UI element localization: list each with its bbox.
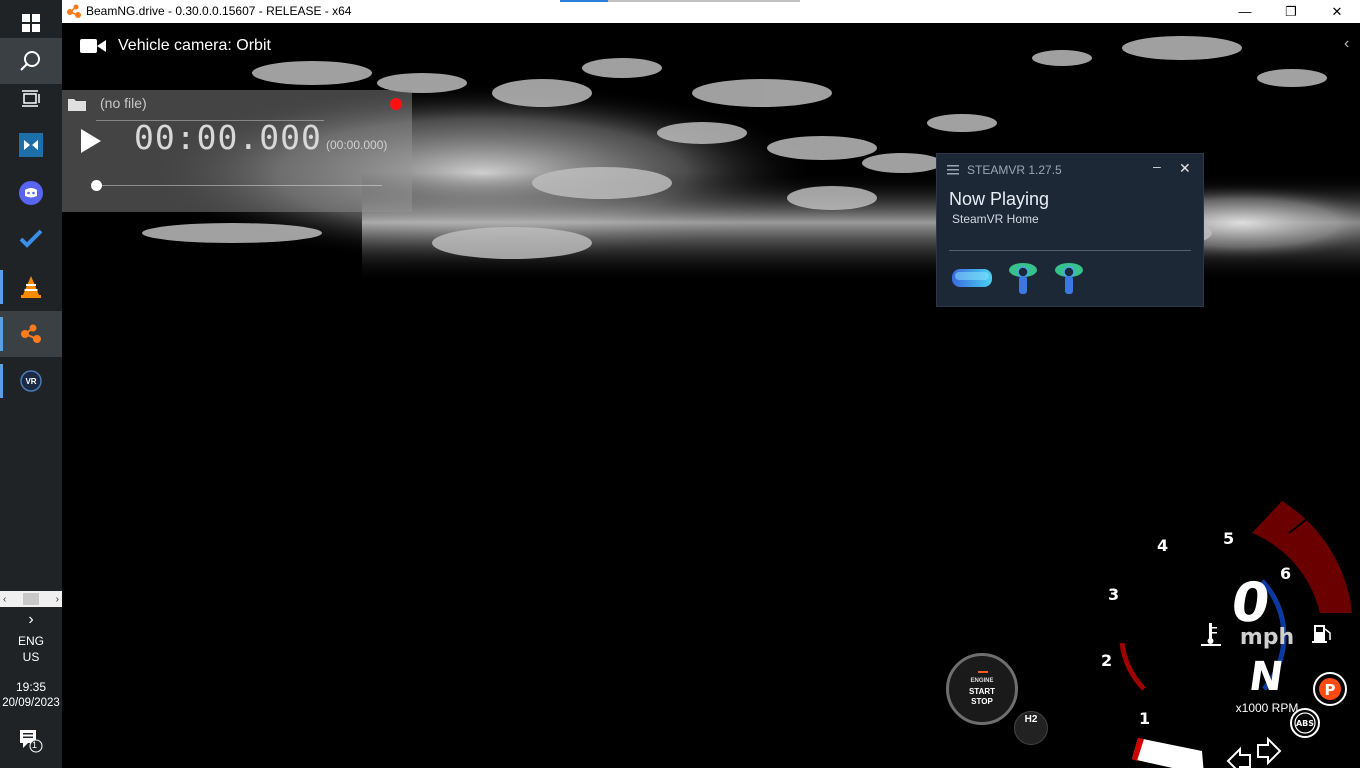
- steamvr-button[interactable]: VR: [0, 358, 62, 404]
- beamng-app-icon: [67, 4, 81, 18]
- steamvr-minimize-button[interactable]: –: [1153, 158, 1161, 174]
- now-playing-title: Now Playing: [949, 189, 1050, 209]
- running-indicator: [0, 317, 3, 351]
- start-label: START: [968, 687, 996, 696]
- rpm-tick-5: 5: [1223, 529, 1234, 548]
- play-button[interactable]: [80, 128, 102, 154]
- steamvr-icon: VR: [20, 370, 42, 392]
- clock-time: 19:35: [15, 680, 47, 694]
- fuel-pump-icon: [1312, 625, 1331, 643]
- replay-panel: (no file) 00:00.000 (00:00.000): [62, 90, 412, 212]
- replay-file-name[interactable]: (no file): [100, 95, 147, 111]
- now-playing-app: SteamVR Home: [952, 212, 1039, 226]
- minimize-button[interactable]: —: [1222, 0, 1268, 23]
- h2-label: H2: [1024, 714, 1038, 725]
- close-button[interactable]: ✕: [1314, 0, 1360, 23]
- speed-unit: mph: [1240, 625, 1294, 650]
- engine-status-led: [978, 671, 988, 673]
- hamburger-menu-icon[interactable]: [947, 165, 959, 175]
- vr-headset-icon[interactable]: [951, 266, 993, 290]
- game-viewport[interactable]: Vehicle camera: Orbit (no file) 00:00.00…: [62, 23, 1360, 768]
- replay-duration: (00:00.000): [326, 138, 388, 152]
- language-line2: US: [22, 650, 40, 664]
- rpm-unit-label: x1000 RPM: [1236, 701, 1299, 715]
- beamng-button[interactable]: [0, 311, 62, 357]
- video-camera-icon: [80, 39, 106, 53]
- parking-label: P: [1325, 681, 1336, 699]
- vr-controller-left-icon[interactable]: [1007, 261, 1039, 295]
- beamng-icon: [21, 324, 41, 343]
- abs-label: ABS: [1296, 719, 1314, 728]
- vlc-button[interactable]: [0, 264, 62, 310]
- scroll-thumb[interactable]: [23, 593, 39, 605]
- stop-label: STOP: [971, 697, 993, 706]
- window-title: BeamNG.drive - 0.30.0.0.15607 - RELEASE …: [86, 4, 352, 18]
- running-indicator: [0, 270, 3, 304]
- coolant-temperature-icon: [1201, 623, 1221, 646]
- vlc-icon: [21, 276, 41, 298]
- turn-signal-left-icon: [1226, 746, 1251, 768]
- steamvr-close-button[interactable]: ✕: [1179, 160, 1191, 177]
- engine-start-stop-button[interactable]: ENGINE START STOP: [946, 653, 1018, 725]
- gear-indicator: N: [1246, 654, 1286, 700]
- dashboard-gauge: 1 2 3 4 5 6 0 mph N x1000 RPM P ABS: [1101, 501, 1352, 768]
- vr-device-list: [951, 261, 1085, 295]
- dolby-access-button[interactable]: [0, 122, 62, 168]
- rpm-tick-6: 6: [1280, 564, 1291, 583]
- title-progress-strip: [560, 0, 800, 2]
- running-indicator: [0, 364, 3, 398]
- replay-seek-knob[interactable]: [91, 180, 102, 191]
- scroll-left-arrow[interactable]: ‹: [0, 594, 6, 605]
- microsoft-todo-icon: [19, 229, 43, 248]
- vr-controller-right-icon[interactable]: [1053, 261, 1085, 295]
- start-stop-label: START STOP: [949, 687, 1015, 707]
- search-icon: [20, 51, 40, 71]
- replay-seek-track[interactable]: [96, 185, 382, 186]
- notifications-icon: [20, 730, 43, 753]
- steamvr-header: STEAMVR 1.27.5: [947, 163, 1062, 177]
- folder-icon[interactable]: [68, 97, 86, 111]
- taskbar-scrollbar[interactable]: ‹ ›: [0, 591, 62, 607]
- turn-signal-right-icon: [1257, 736, 1282, 766]
- show-hidden-icons-chevron[interactable]: ›: [0, 612, 62, 628]
- rpm-tick-3: 3: [1108, 585, 1119, 604]
- notifications-count: 1: [32, 740, 38, 750]
- steamvr-version: STEAMVR 1.27.5: [967, 163, 1062, 177]
- maximize-button[interactable]: ❐: [1268, 0, 1314, 23]
- task-view-button[interactable]: [0, 76, 62, 122]
- action-center-button[interactable]: 1: [0, 717, 62, 763]
- parking-brake-indicator: P: [1313, 672, 1347, 706]
- window-titlebar[interactable]: BeamNG.drive - 0.30.0.0.15607 - RELEASE …: [62, 0, 1360, 23]
- rpm-tick-4: 4: [1157, 536, 1168, 555]
- language-indicator[interactable]: ENG US: [0, 633, 62, 665]
- side-panel-toggle-arrow[interactable]: ‹: [1344, 35, 1349, 53]
- windows-start-icon: [22, 14, 40, 32]
- camera-mode-label: Vehicle camera: Orbit: [80, 37, 271, 55]
- svg-text:VR: VR: [25, 377, 36, 386]
- clock-date: 20/09/2023: [2, 697, 60, 709]
- discord-button[interactable]: [0, 170, 62, 216]
- camera-mode-text: Vehicle camera: Orbit: [118, 37, 271, 54]
- discord-icon: [19, 181, 43, 205]
- steamvr-status-window[interactable]: STEAMVR 1.27.5 – ✕ Now Playing SteamVR H…: [936, 153, 1204, 307]
- dolby-access-icon: [19, 133, 43, 157]
- language-line1: ENG: [17, 634, 44, 648]
- abs-indicator: ABS: [1290, 708, 1320, 738]
- taskbar: VR ‹ › › ENG US 19:35 20/09/2023 1: [0, 0, 62, 768]
- engine-label: ENGINE: [970, 678, 994, 684]
- microsoft-todo-button[interactable]: [0, 216, 62, 262]
- record-button[interactable]: [390, 98, 402, 110]
- replay-time: 00:00.000: [134, 118, 322, 157]
- steamvr-divider: [949, 250, 1191, 251]
- clock[interactable]: 19:35 20/09/2023: [0, 679, 62, 711]
- rpm-tick-1: 1: [1139, 709, 1150, 728]
- h2-indicator[interactable]: H2: [1014, 711, 1048, 745]
- rpm-tick-2: 2: [1101, 651, 1112, 670]
- task-view-icon: [22, 90, 40, 107]
- temperature-arc: [1119, 642, 1146, 691]
